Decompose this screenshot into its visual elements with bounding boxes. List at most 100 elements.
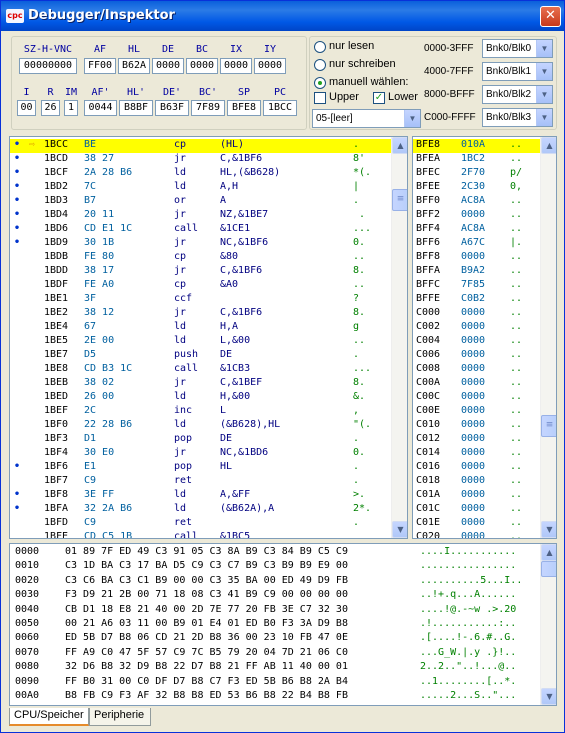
stack-row[interactable]: BFFC 7F85.. [413, 279, 540, 293]
disassembly-row[interactable]: 1BFE CD C5 1B call &1BC5 [10, 531, 391, 538]
register-af-field[interactable]: FF00 [84, 58, 116, 74]
disassembly-row[interactable]: • ⇨ 1BCC BE cp (HL). [10, 139, 391, 153]
chevron-down-icon[interactable]: ▼ [536, 109, 552, 126]
register-r-field[interactable]: 26 [41, 100, 60, 116]
breakpoint-marker[interactable]: • [14, 195, 20, 206]
stack-row[interactable]: BFF6 A67C |. [413, 237, 540, 251]
hexdump-row[interactable]: 00A0 B8 FB C9 F3 AF 32 B8 B8 ED 53 B6 B8 … [10, 690, 540, 704]
bank-select[interactable]: Bnk0/Blk2 ▼ [482, 85, 553, 104]
stack-row[interactable]: BFF2 0000.. [413, 209, 540, 223]
chevron-down-icon[interactable]: ▼ [536, 63, 552, 80]
close-button[interactable]: ✕ [540, 6, 561, 27]
stack-row[interactable]: BFFA B9A2.. [413, 265, 540, 279]
stack-row[interactable]: C016 0000.. [413, 461, 540, 475]
breakpoint-marker[interactable]: • [14, 181, 20, 192]
hexdump-row[interactable]: 0000 01 89 7F ED 49 C3 91 05 C3 8A B9 C3 … [10, 546, 540, 560]
disassembly-row[interactable]: • 1BD2 7C ld A,H | [10, 181, 391, 195]
stack-row[interactable]: BFF0 AC8A.. [413, 195, 540, 209]
disassembly-row[interactable]: 1BEB 38 02 jr C,&1BEF 8. [10, 377, 391, 391]
stack-row[interactable]: C018 0000.. [413, 475, 540, 489]
bank-select[interactable]: Bnk0/Blk1 ▼ [482, 62, 553, 81]
chevron-down-icon[interactable]: ▼ [536, 40, 552, 57]
stack-row[interactable]: C014 0000.. [413, 447, 540, 461]
disassembly-row[interactable]: • 1BD4 20 11 jr NZ,&1BE7 . [10, 209, 391, 223]
stack-row[interactable]: BFEA 1BC2.. [413, 153, 540, 167]
scroll-up-icon[interactable]: ▲ [392, 137, 407, 154]
stack-row[interactable]: C012 0000.. [413, 433, 540, 447]
register-iy-field[interactable]: 0000 [254, 58, 286, 74]
scroll-thumb[interactable] [541, 561, 556, 577]
breakpoint-marker[interactable]: • [14, 139, 20, 150]
bank-select[interactable]: Bnk0/Blk3 ▼ [482, 108, 553, 127]
disassembly-row[interactable]: 1BED 26 00 ld H,&00 &. [10, 391, 391, 405]
breakpoint-marker[interactable]: • [14, 153, 20, 164]
stack-row[interactable]: C010 0000.. [413, 419, 540, 433]
register-sp-field[interactable]: BFE8 [227, 100, 261, 116]
register-de-field[interactable]: 0000 [152, 58, 184, 74]
disassembly-row[interactable]: 1BDD 38 17 jr C,&1BF6 8. [10, 265, 391, 279]
bank-select[interactable]: Bnk0/Blk0 ▼ [482, 39, 553, 58]
register-sz-h-vnc-field[interactable]: 00000000 [19, 58, 77, 74]
disassembly-row[interactable]: 1BE8 CD B3 1C call &1CB3... [10, 363, 391, 377]
stack-row[interactable]: C00C 0000.. [413, 391, 540, 405]
upper-checkbox[interactable] [314, 92, 326, 104]
register-im-field[interactable]: 1 [64, 100, 78, 116]
stack-row[interactable]: BFEE 2C30 0, [413, 181, 540, 195]
scroll-down-icon[interactable]: ▼ [541, 688, 556, 705]
scroll-thumb[interactable]: ≡ [392, 189, 407, 211]
breakpoint-marker[interactable]: • [14, 461, 20, 472]
register-hl-alt-field[interactable]: B8BF [119, 100, 153, 116]
register-i-field[interactable]: 00 [17, 100, 36, 116]
disassembly-row[interactable]: • 1BD3 B7 or A. [10, 195, 391, 209]
register-de-alt-field[interactable]: B63F [155, 100, 189, 116]
disassembly-row[interactable]: • 1BF8 3E FF ld A,&FF >. [10, 489, 391, 503]
tab-peripherals[interactable]: Peripherie [89, 708, 151, 726]
scroll-down-icon[interactable]: ▼ [392, 521, 407, 538]
hexdump-row[interactable]: 0090 FF B0 31 00 C0 DF D7 B8 C7 F3 ED 5B … [10, 676, 540, 690]
hexdump-row[interactable]: 0020 C3 C6 BA C3 C1 B9 00 00 C3 35 BA 00 … [10, 575, 540, 589]
tab-cpu-memory[interactable]: CPU/Speicher [9, 708, 89, 726]
stack-row[interactable]: BFE8 010A.. [413, 139, 540, 153]
radio-write-only[interactable] [314, 59, 326, 71]
disassembly-row[interactable]: 1BDB FE 80 cp &80.. [10, 251, 391, 265]
stack-row[interactable]: C020 0000.. [413, 531, 540, 538]
disassembly-row[interactable]: 1BE5 2E 00 ld L,&00.. [10, 335, 391, 349]
disassembly-row[interactable]: 1BF7 C9 ret. [10, 475, 391, 489]
stack-row[interactable]: C00A 0000.. [413, 377, 540, 391]
scroll-up-icon[interactable]: ▲ [541, 544, 556, 561]
disassembly-row[interactable]: • 1BD9 30 1B jr NC,&1BF6 0. [10, 237, 391, 251]
chevron-down-icon[interactable]: ▼ [536, 86, 552, 103]
stack-row[interactable]: BFEC 2F70 p/ [413, 167, 540, 181]
stack-row[interactable]: BFF8 0000.. [413, 251, 540, 265]
disassembly-row[interactable]: • 1BCF 2A 28 B6 ld HL,(&B628) *(. [10, 167, 391, 181]
scroll-down-icon[interactable]: ▼ [541, 521, 556, 538]
register-bc-field[interactable]: 0000 [186, 58, 218, 74]
disassembly-row[interactable]: • 1BFA 32 2A B6 ld (&B62A),A 2*. [10, 503, 391, 517]
hexdump-row[interactable]: 0040 CB D1 18 E8 21 40 00 2D 7E 77 20 FB … [10, 604, 540, 618]
disassembly-row[interactable]: 1BE2 38 12 jr C,&1BF6 8. [10, 307, 391, 321]
hexdump-scrollbar[interactable]: ▲ ▼ [540, 544, 556, 705]
hexdump-row[interactable]: 0030 F3 D9 21 2B 00 71 18 08 C3 41 B9 C9 … [10, 589, 540, 603]
disassembly-row[interactable]: 1BEF 2C inc L, [10, 405, 391, 419]
disassembly-row[interactable]: 1BE4 67 ld H,A g [10, 321, 391, 335]
stack-view[interactable]: BFE8 010A.. BFEA 1BC2.. BFEC 2F70 p/BFEE 2C30 0,… [412, 136, 557, 539]
register-af-alt-field[interactable]: 0044 [84, 100, 117, 116]
hexdump-row[interactable]: 0080 32 D6 B8 32 D9 B8 22 D7 B8 21 FF AB … [10, 661, 540, 675]
stack-row[interactable]: C01C 0000.. [413, 503, 540, 517]
register-hl-field[interactable]: B62A [118, 58, 150, 74]
breakpoint-marker[interactable]: • [14, 167, 20, 178]
rom-select[interactable]: 05-[leer] ▼ [312, 109, 421, 128]
title-bar[interactable]: cpc Debugger/Inspektor ✕ [1, 1, 564, 31]
hexdump-view[interactable]: 0000 01 89 7F ED 49 C3 91 05 C3 8A B9 C3 … [9, 543, 557, 706]
stack-row[interactable]: BFF4 AC8A.. [413, 223, 540, 237]
register-ix-field[interactable]: 0000 [220, 58, 252, 74]
disassembly-view[interactable]: • ⇨ 1BCC BE cp (HL). • 1BCD 38 27 jr C,&1BF6 8' • 1BC… [9, 136, 408, 539]
hexdump-row[interactable]: 0010 C3 1D BA C3 17 BA D5 C9 C3 C7 B9 C3 … [10, 560, 540, 574]
hexdump-row[interactable]: 0050 00 21 A6 03 11 00 B9 01 E4 01 ED B0 … [10, 618, 540, 632]
stack-row[interactable]: C00E 0000.. [413, 405, 540, 419]
disassembly-scrollbar[interactable]: ▲ ≡ ▼ [391, 137, 407, 538]
breakpoint-marker[interactable]: • [14, 503, 20, 514]
disassembly-row[interactable]: 1BDF FE A0 cp &A0.. [10, 279, 391, 293]
disassembly-row[interactable]: 1BF3 D1 pop DE. [10, 433, 391, 447]
stack-row[interactable]: C01A 0000.. [413, 489, 540, 503]
